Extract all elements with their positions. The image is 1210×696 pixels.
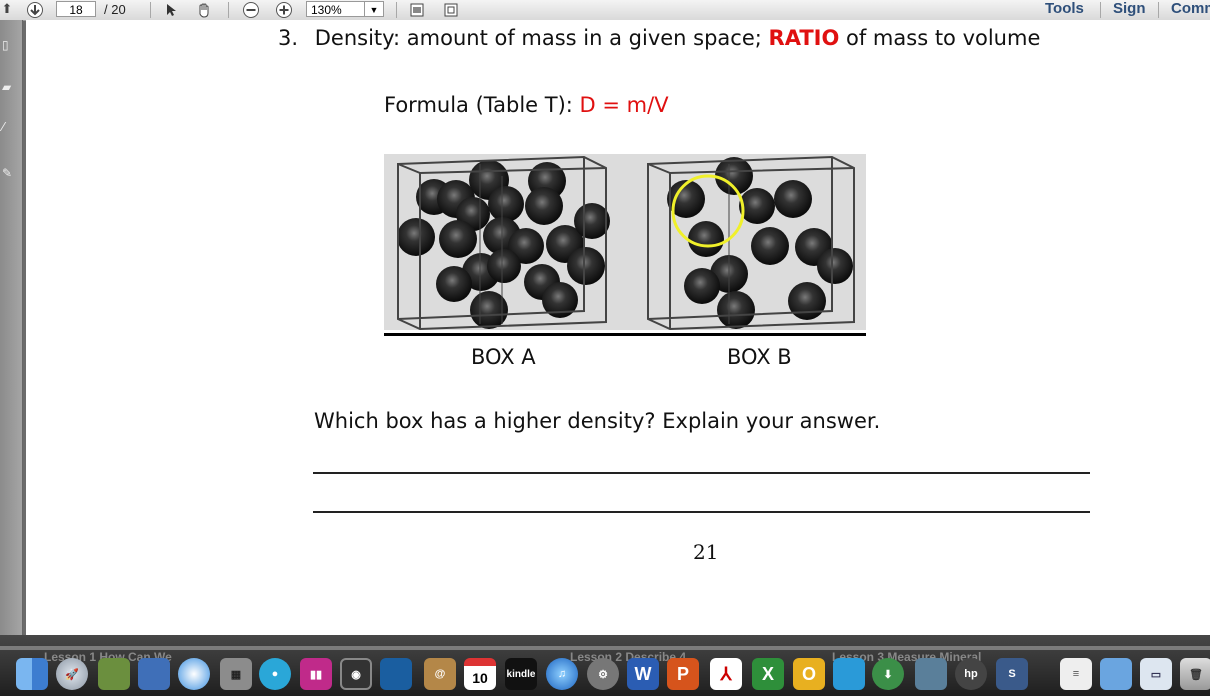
launchpad-icon[interactable]: 🚀 — [56, 658, 88, 690]
download-icon[interactable]: ⬇ — [872, 658, 904, 690]
ratio-emphasis: RATIO — [768, 26, 840, 50]
toolbar-separator — [1158, 2, 1159, 18]
page-number: 21 — [693, 540, 719, 564]
bookmark-icon[interactable]: ▰ — [2, 80, 14, 94]
hand-tool-icon[interactable] — [193, 1, 215, 18]
network-icon[interactable] — [915, 658, 947, 690]
answer-line — [313, 511, 1090, 513]
crosshair-cursor-icon — [702, 205, 714, 217]
formula-label: Formula (Table T): — [384, 93, 573, 117]
question-text: Which box has a higher density? Explain … — [314, 409, 881, 433]
toolbar-separator — [228, 2, 229, 18]
finder-window-icon[interactable]: ▭ — [1140, 658, 1172, 690]
camera-icon[interactable]: ◉ — [340, 658, 372, 690]
tools-pane-button[interactable]: Tools — [1045, 0, 1084, 17]
finder-icon[interactable] — [16, 658, 48, 690]
signature-icon[interactable]: ✎ — [2, 166, 14, 180]
figure-baseline — [384, 333, 866, 336]
heading-number: 3. — [278, 26, 299, 50]
trash-icon[interactable]: 🗑 — [1180, 658, 1210, 690]
density-boxes-figure — [384, 154, 866, 331]
zoom-out-icon[interactable] — [240, 1, 262, 18]
contacts-icon[interactable]: @ — [424, 658, 456, 690]
sign-pane-button[interactable]: Sign — [1113, 0, 1146, 17]
acrobat-icon[interactable]: ⅄ — [710, 658, 742, 690]
messenger-icon[interactable] — [833, 658, 865, 690]
acrobat-toolbar: ⬆ 18 / 20 130% ▼ Tools Sign Comm — [0, 0, 1210, 21]
navigation-pane: ▯ ▰ ⁄ ✎ — [0, 20, 23, 635]
formula-line: Formula (Table T): D = m/V — [384, 93, 669, 117]
fit-page-icon[interactable] — [406, 1, 428, 18]
itunes-icon[interactable]: ♫ — [546, 658, 578, 690]
calculator-icon[interactable]: ▦ — [220, 658, 252, 690]
comment-pane-button[interactable]: Comm — [1171, 0, 1210, 17]
page-thumbnails-icon[interactable]: ▯ — [2, 38, 14, 52]
zoom-in-icon[interactable] — [273, 1, 295, 18]
document-page: 3. Density: amount of mass in a given sp… — [26, 20, 1210, 635]
toolbar-separator — [150, 2, 151, 18]
full-screen-icon[interactable] — [440, 1, 462, 18]
heading-suffix: of mass to volume — [846, 26, 1041, 50]
system-preferences-icon[interactable]: ⚙ — [587, 658, 619, 690]
box-a-particles — [397, 160, 610, 329]
select-tool-icon[interactable] — [160, 1, 182, 18]
kindle-icon[interactable]: kindle — [505, 658, 537, 690]
calendar-icon[interactable]: 10 — [464, 658, 496, 690]
zoom-value: 130% — [311, 3, 342, 17]
safari-icon[interactable] — [178, 658, 210, 690]
itunes-eq-icon[interactable]: ▮▮ — [300, 658, 332, 690]
page-number-input[interactable]: 18 — [56, 1, 96, 17]
page-total: / 20 — [104, 2, 126, 17]
box-a-label: BOX A — [471, 345, 536, 369]
excel-icon[interactable]: X — [752, 658, 784, 690]
chevron-down-icon[interactable]: ▼ — [364, 2, 383, 16]
toolbar-separator — [396, 2, 397, 18]
sym-icon[interactable]: S — [996, 658, 1028, 690]
heading-text: Density: amount of mass in a given space… — [314, 26, 762, 50]
attachment-icon[interactable]: ⁄ — [2, 120, 14, 134]
zoom-select[interactable]: 130% ▼ — [306, 1, 384, 17]
document-icon[interactable]: ≡ — [1060, 658, 1092, 690]
hp-icon[interactable]: hp — [955, 658, 987, 690]
outlook-icon[interactable]: O — [793, 658, 825, 690]
downloads-folder-icon[interactable] — [1100, 658, 1132, 690]
word-icon[interactable]: W — [627, 658, 659, 690]
density-boxes-illustration — [397, 155, 855, 331]
powerpoint-icon[interactable]: P — [667, 658, 699, 690]
spotlight-icon[interactable] — [380, 658, 412, 690]
formula-value: D = m/V — [579, 93, 669, 117]
preview-icon[interactable] — [138, 658, 170, 690]
density-heading: 3. Density: amount of mass in a given sp… — [278, 26, 1040, 50]
answer-line — [313, 472, 1090, 474]
disk-icon[interactable]: ● — [259, 658, 291, 690]
toolbar-separator — [1100, 2, 1101, 18]
photo-icon[interactable] — [98, 658, 130, 690]
next-page-icon[interactable] — [24, 1, 46, 18]
scroll-up-icon[interactable]: ⬆ — [0, 1, 14, 18]
box-b-label: BOX B — [727, 345, 792, 369]
